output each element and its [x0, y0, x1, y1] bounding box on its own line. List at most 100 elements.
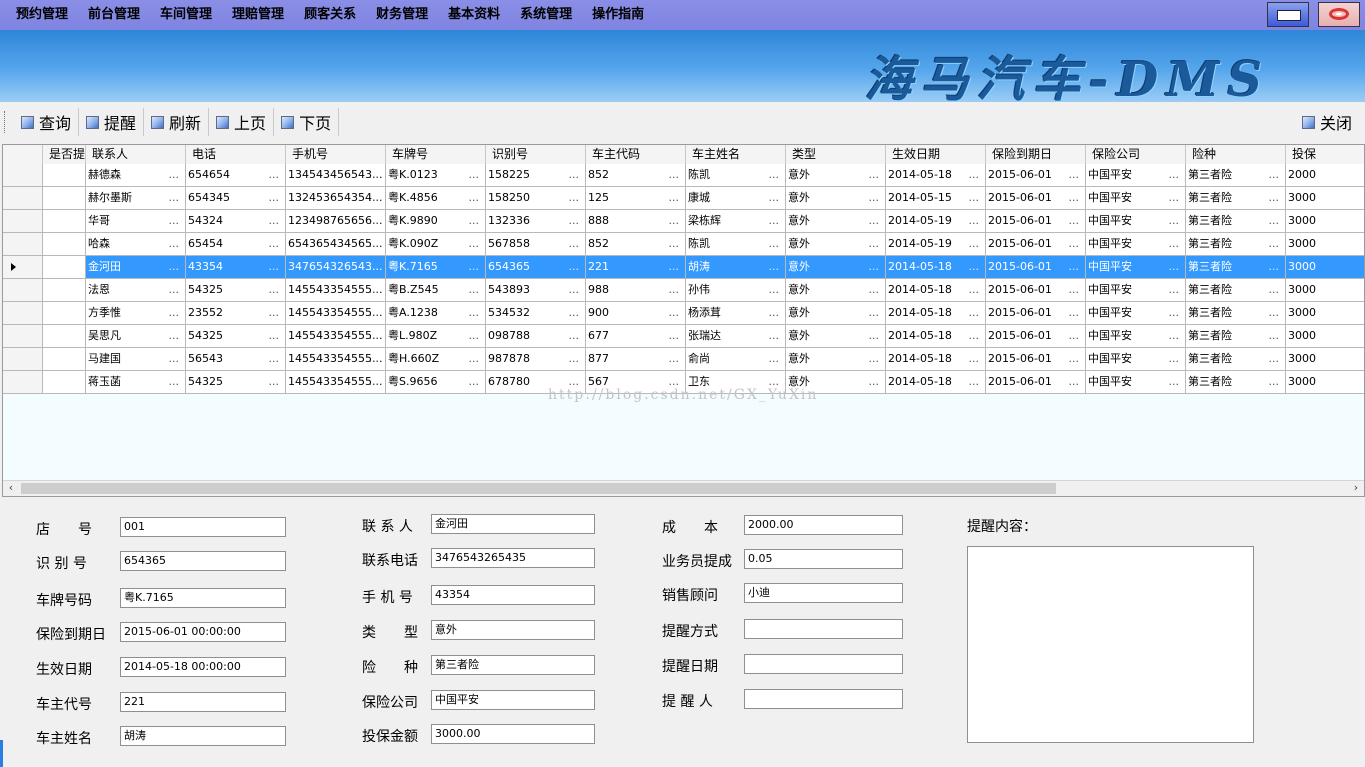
menu-item[interactable]: 财务管理: [366, 0, 438, 30]
table-cell[interactable]: 陈凯...: [686, 233, 786, 256]
table-cell[interactable]: 2014-05-19...: [886, 233, 986, 256]
table-cell[interactable]: 华哥...: [86, 210, 186, 233]
table-cell[interactable]: 567858...: [486, 233, 586, 256]
table-cell[interactable]: 法恩...: [86, 279, 186, 302]
table-cell[interactable]: 粤L.980Z...: [386, 325, 486, 348]
table-cell[interactable]: 粤K.0123...: [386, 164, 486, 187]
field-input[interactable]: [744, 654, 903, 674]
table-row[interactable]: 赫德森... 654654... 134543456543...... 粤K.0123…: [3, 164, 1364, 187]
row-selector[interactable]: [3, 325, 43, 348]
table-cell[interactable]: 中国平安...: [1086, 348, 1186, 371]
row-selector[interactable]: [3, 210, 43, 233]
table-cell[interactable]: 2015-06-01...: [986, 256, 1086, 279]
table-cell[interactable]: 534532...: [486, 302, 586, 325]
remind-checkbox-cell[interactable]: [43, 256, 86, 279]
horizontal-scrollbar[interactable]: ‹ ›: [3, 480, 1364, 496]
table-row[interactable]: 方季惟... 23552... 145543354555...... 粤A.1238.…: [3, 302, 1364, 325]
table-cell[interactable]: 2015-06-01...: [986, 371, 1086, 394]
table-cell[interactable]: 中国平安...: [1086, 210, 1186, 233]
remind-checkbox-cell[interactable]: [43, 164, 86, 187]
table-cell[interactable]: 梁栋辉...: [686, 210, 786, 233]
table-cell[interactable]: 2015-06-01...: [986, 233, 1086, 256]
table-row[interactable]: 吴思凡... 54325... 145543354555...... 粤L.980Z.…: [3, 325, 1364, 348]
table-cell[interactable]: 654345...: [186, 187, 286, 210]
table-cell[interactable]: 意外...: [786, 279, 886, 302]
row-selector[interactable]: [3, 279, 43, 302]
table-cell[interactable]: 2014-05-18...: [886, 256, 986, 279]
table-cell[interactable]: 132453654354......: [286, 187, 386, 210]
field-input[interactable]: 3000.00: [431, 724, 595, 744]
table-cell[interactable]: 2014-05-18...: [886, 302, 986, 325]
table-cell[interactable]: 粤S.9656...: [386, 371, 486, 394]
table-cell[interactable]: 意外...: [786, 348, 886, 371]
column-header[interactable]: 生效日期: [886, 145, 986, 164]
menu-item[interactable]: 基本资料: [438, 0, 510, 30]
field-input[interactable]: 43354: [431, 585, 595, 605]
scroll-left-icon[interactable]: ‹: [3, 481, 19, 496]
table-cell[interactable]: 145543354555......: [286, 279, 386, 302]
field-input[interactable]: 2014-05-18 00:00:00: [120, 657, 286, 677]
toolbar-grip[interactable]: [4, 111, 8, 133]
menu-item[interactable]: 顾客关系: [294, 0, 366, 30]
row-selector[interactable]: [3, 302, 43, 325]
table-cell[interactable]: 888...: [586, 210, 686, 233]
table-cell[interactable]: 3000: [1286, 187, 1364, 210]
menu-item[interactable]: 操作指南: [582, 0, 654, 30]
table-cell[interactable]: 粤K.4856...: [386, 187, 486, 210]
table-cell[interactable]: 132336...: [486, 210, 586, 233]
table-cell[interactable]: 3000: [1286, 302, 1364, 325]
table-cell[interactable]: 意外...: [786, 233, 886, 256]
table-cell[interactable]: 第三者险...: [1186, 187, 1286, 210]
table-cell[interactable]: 2014-05-19...: [886, 210, 986, 233]
next-page-button[interactable]: 下页: [274, 108, 340, 136]
table-cell[interactable]: 54324...: [186, 210, 286, 233]
table-cell[interactable]: 145543354555......: [286, 371, 386, 394]
remind-checkbox-cell[interactable]: [43, 187, 86, 210]
table-cell[interactable]: 杨添茸...: [686, 302, 786, 325]
table-cell[interactable]: 2014-05-18...: [886, 348, 986, 371]
remind-checkbox-cell[interactable]: [43, 325, 86, 348]
field-input[interactable]: [744, 689, 903, 709]
table-cell[interactable]: 347654326543......: [286, 256, 386, 279]
table-cell[interactable]: 2015-06-01...: [986, 279, 1086, 302]
memo-textarea[interactable]: [967, 546, 1254, 743]
table-cell[interactable]: 胡涛...: [686, 256, 786, 279]
query-button[interactable]: 查询: [14, 108, 80, 136]
data-grid[interactable]: 是否提醒联系人电话手机号车牌号识别号车主代码车主姓名类型生效日期保险到期日保险公…: [2, 144, 1365, 497]
column-header[interactable]: 投保: [1286, 145, 1364, 164]
table-cell[interactable]: 意外...: [786, 164, 886, 187]
field-input[interactable]: 粤K.7165: [120, 588, 286, 608]
field-input[interactable]: 221: [120, 692, 286, 712]
table-cell[interactable]: 3000: [1286, 210, 1364, 233]
table-cell[interactable]: 158225...: [486, 164, 586, 187]
table-cell[interactable]: 134543456543......: [286, 164, 386, 187]
table-cell[interactable]: 158250...: [486, 187, 586, 210]
exit-button[interactable]: [1318, 2, 1360, 27]
table-cell[interactable]: 654365434565......: [286, 233, 386, 256]
table-cell[interactable]: 654365...: [486, 256, 586, 279]
table-cell[interactable]: 2000: [1286, 164, 1364, 187]
field-input[interactable]: 001: [120, 517, 286, 537]
field-input[interactable]: 金河田: [431, 514, 595, 534]
remind-checkbox-cell[interactable]: [43, 233, 86, 256]
table-cell[interactable]: 赫德森...: [86, 164, 186, 187]
field-input[interactable]: 654365: [120, 551, 286, 571]
column-header[interactable]: 类型: [786, 145, 886, 164]
row-selector[interactable]: [3, 233, 43, 256]
field-input[interactable]: [744, 619, 903, 639]
table-cell[interactable]: 2014-05-18...: [886, 164, 986, 187]
table-cell[interactable]: 粤K.9890...: [386, 210, 486, 233]
table-cell[interactable]: 852...: [586, 233, 686, 256]
table-cell[interactable]: 54325...: [186, 371, 286, 394]
close-button[interactable]: 关闭: [1295, 108, 1359, 136]
table-row[interactable]: 哈森... 65454... 654365434565...... 粤K.090Z..…: [3, 233, 1364, 256]
column-header[interactable]: 车主姓名: [686, 145, 786, 164]
table-cell[interactable]: 中国平安...: [1086, 371, 1186, 394]
field-input[interactable]: 第三者险: [431, 655, 595, 675]
table-cell[interactable]: 意外...: [786, 210, 886, 233]
table-row[interactable]: 华哥... 54324... 123498765656...... 粤K.9890..…: [3, 210, 1364, 233]
table-cell[interactable]: 677...: [586, 325, 686, 348]
table-cell[interactable]: 2014-05-18...: [886, 371, 986, 394]
table-cell[interactable]: 意外...: [786, 325, 886, 348]
table-cell[interactable]: 中国平安...: [1086, 233, 1186, 256]
